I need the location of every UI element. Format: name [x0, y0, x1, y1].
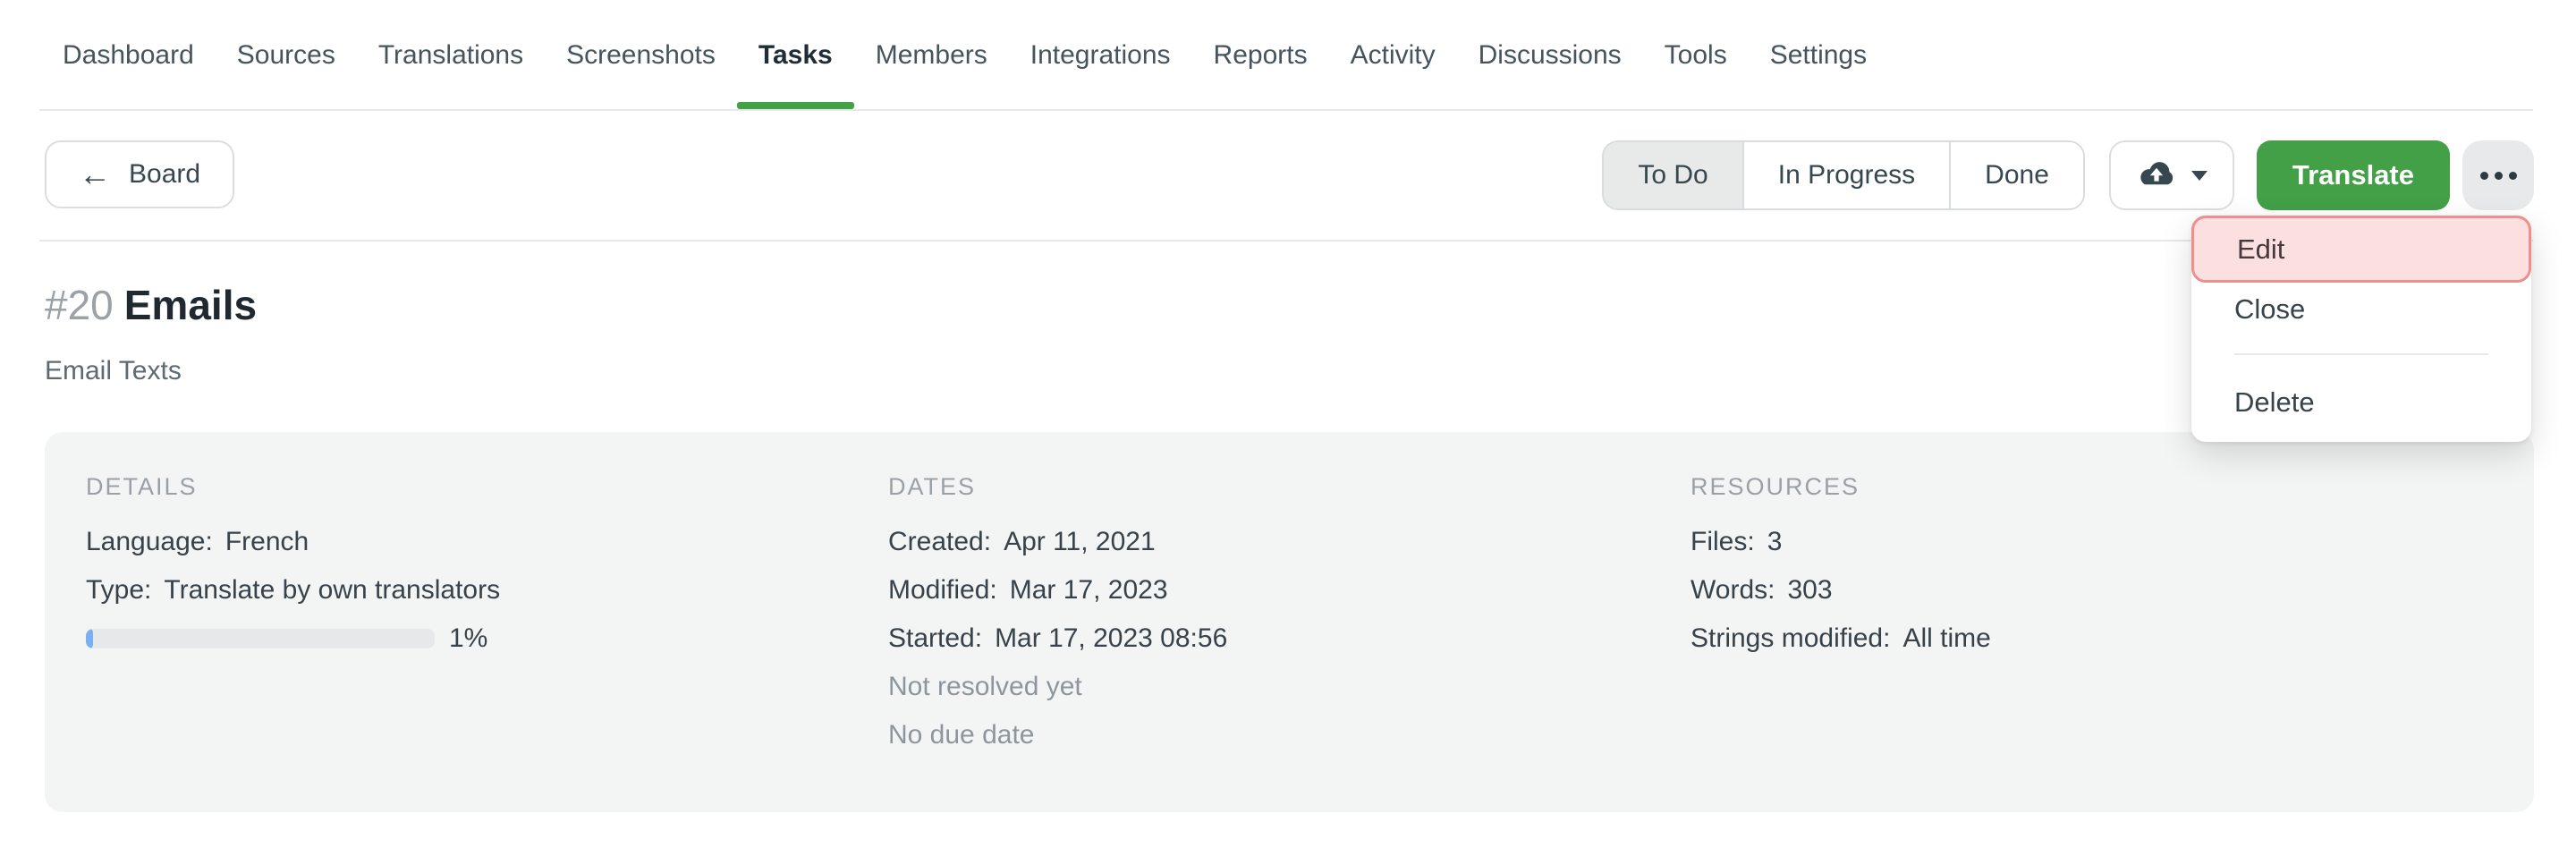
nav-divider	[39, 109, 2533, 111]
project-nav: Dashboard Sources Translations Screensho…	[0, 0, 2576, 111]
progress-bar-fill	[86, 629, 93, 648]
translate-button[interactable]: Translate	[2257, 140, 2450, 210]
details-heading: DETAILS	[86, 473, 888, 501]
nav-tab-sources[interactable]: Sources	[237, 0, 335, 111]
status-tab-in-progress[interactable]: In Progress	[1742, 142, 1949, 208]
date-row-resolved: Not resolved yet	[888, 669, 1690, 705]
task-title: Emails	[124, 282, 257, 328]
cloud-upload-icon	[2136, 160, 2177, 191]
nav-tab-tasks[interactable]: Tasks	[758, 0, 833, 111]
status-segmented-control: To Do In Progress Done	[1602, 140, 2085, 210]
toolbar-actions: To Do In Progress Done Translate	[1602, 140, 2534, 210]
nav-tab-integrations[interactable]: Integrations	[1030, 0, 1171, 111]
task-detail-page: Dashboard Sources Translations Screensho…	[0, 0, 2576, 856]
nav-tab-screenshots[interactable]: Screenshots	[566, 0, 716, 111]
menu-item-close[interactable]: Close	[2191, 285, 2531, 334]
progress-bar-track	[86, 629, 435, 648]
detail-row-language: Language: French	[86, 524, 888, 560]
ellipsis-icon	[2480, 172, 2488, 180]
more-actions-menu: Edit Close Delete	[2191, 216, 2531, 442]
task-number: #20	[45, 282, 114, 328]
task-subtitle: Email Texts	[45, 356, 182, 386]
menu-divider	[2234, 353, 2488, 355]
nav-tab-reports[interactable]: Reports	[1214, 0, 1308, 111]
dates-column: DATES Created: Apr 11, 2021 Modified: Ma…	[888, 473, 1690, 771]
resource-row-strings-modified: Strings modified: All time	[1690, 621, 2493, 657]
download-upload-dropdown-button[interactable]	[2109, 140, 2234, 210]
back-arrow-icon: ←	[79, 158, 111, 191]
back-button-label: Board	[129, 159, 200, 190]
translation-progress: 1%	[86, 621, 888, 657]
nav-tab-settings[interactable]: Settings	[1770, 0, 1867, 111]
resource-row-files: Files: 3	[1690, 524, 2493, 560]
details-column: DETAILS Language: French Type: Translate…	[86, 473, 888, 771]
progress-percent-label: 1%	[449, 623, 487, 654]
menu-item-delete[interactable]: Delete	[2191, 378, 2531, 427]
resources-heading: RESOURCES	[1690, 473, 2493, 501]
nav-tab-discussions[interactable]: Discussions	[1479, 0, 1622, 111]
back-to-board-button[interactable]: ← Board	[45, 140, 234, 208]
page-title: #20Emails	[45, 281, 257, 329]
dates-heading: DATES	[888, 473, 1690, 501]
resource-row-words: Words: 303	[1690, 572, 2493, 608]
resources-column: RESOURCES Files: 3 Words: 303 Strings mo…	[1690, 473, 2493, 771]
chevron-down-icon	[2191, 171, 2207, 181]
nav-tab-dashboard[interactable]: Dashboard	[63, 0, 194, 111]
nav-tab-members[interactable]: Members	[876, 0, 987, 111]
status-tab-todo[interactable]: To Do	[1604, 142, 1741, 208]
date-row-started: Started: Mar 17, 2023 08:56	[888, 621, 1690, 657]
detail-row-type: Type: Translate by own translators	[86, 572, 888, 608]
nav-tab-tools[interactable]: Tools	[1665, 0, 1727, 111]
nav-tab-translations[interactable]: Translations	[378, 0, 523, 111]
date-row-modified: Modified: Mar 17, 2023	[888, 572, 1690, 608]
menu-item-edit[interactable]: Edit	[2191, 216, 2531, 283]
task-info-card: DETAILS Language: French Type: Translate…	[45, 432, 2534, 812]
nav-tab-activity[interactable]: Activity	[1351, 0, 1436, 111]
status-tab-done[interactable]: Done	[1949, 142, 2083, 208]
date-row-created: Created: Apr 11, 2021	[888, 524, 1690, 560]
toolbar-divider	[39, 240, 2533, 242]
date-row-due: No due date	[888, 717, 1690, 753]
more-actions-button[interactable]	[2462, 140, 2534, 210]
